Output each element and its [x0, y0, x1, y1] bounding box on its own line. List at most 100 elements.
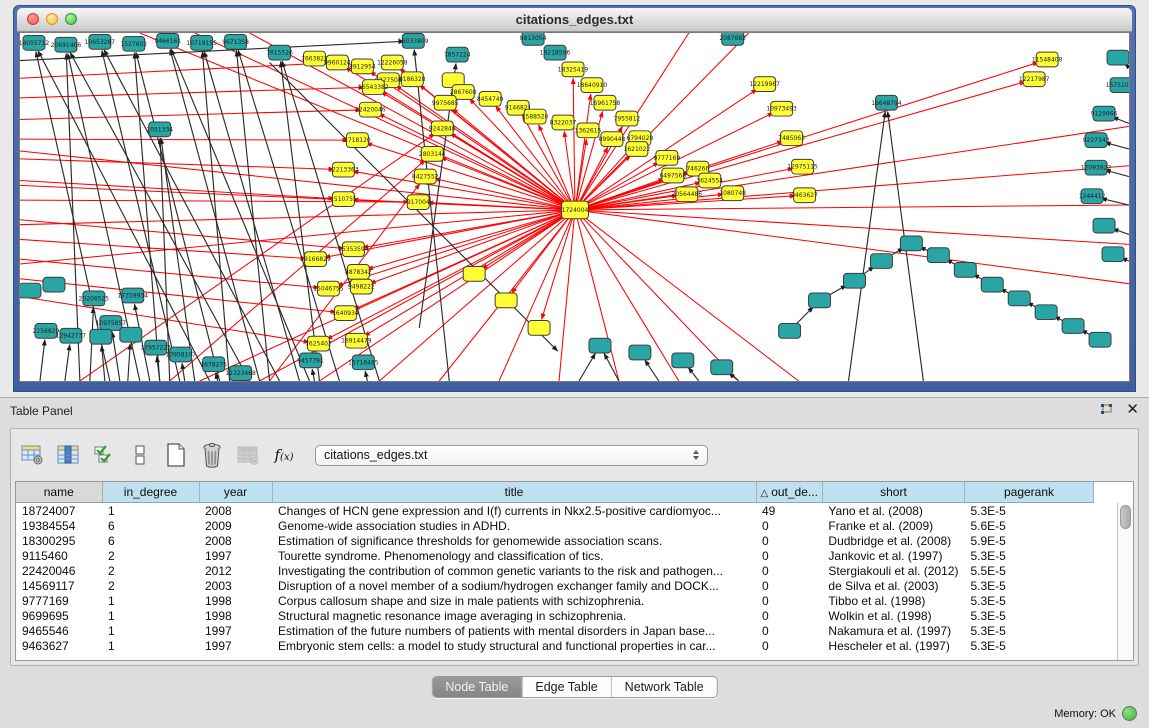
table-cell[interactable]: Dudbridge et al. (2008) — [822, 533, 964, 548]
table-cell[interactable]: 5.5E-5 — [965, 563, 1094, 578]
column-header-name[interactable]: name — [16, 482, 102, 503]
table-cell[interactable]: 5.9E-5 — [965, 533, 1094, 548]
delete-table-icon[interactable] — [199, 442, 225, 468]
table-row[interactable]: 2242004622012Investigating the contribut… — [16, 563, 1094, 578]
table-cell[interactable]: 19384554 — [16, 518, 102, 533]
network-node[interactable] — [20, 283, 41, 298]
network-node[interactable]: 1640934 — [332, 306, 359, 321]
network-edge[interactable] — [579, 353, 595, 381]
network-node[interactable] — [90, 329, 112, 344]
network-node[interactable]: 22420046 — [355, 102, 386, 117]
network-node[interactable]: 12323468 — [225, 366, 256, 381]
table-row[interactable]: 969969511998Structural magnetic resonanc… — [16, 608, 1094, 623]
network-node[interactable]: 8427552 — [412, 169, 439, 184]
network-edge[interactable] — [434, 178, 575, 209]
selection-mode-icon[interactable] — [91, 442, 117, 468]
table-cell[interactable]: 14569117 — [16, 578, 102, 593]
network-edge[interactable] — [645, 360, 659, 381]
table-cell[interactable]: Nakamura et al. (1997) — [822, 623, 964, 638]
table-cell[interactable]: Stergiakouli et al. (2012) — [822, 563, 964, 578]
network-node[interactable]: 11548408 — [1032, 52, 1063, 67]
network-node[interactable]: 1080748 — [719, 186, 746, 201]
network-edge[interactable] — [849, 112, 886, 381]
network-node[interactable] — [1035, 305, 1057, 320]
table-cell[interactable]: Hescheler et al. (1997) — [822, 638, 964, 653]
network-node[interactable]: 9498222 — [348, 279, 375, 294]
network-node[interactable]: 16543382 — [358, 80, 389, 95]
network-edge[interactable] — [688, 367, 699, 381]
network-node[interactable]: 10719155 — [186, 35, 217, 50]
network-node[interactable] — [1102, 247, 1124, 262]
table-cell[interactable]: 5.3E-5 — [965, 608, 1094, 623]
network-node[interactable]: 1362615 — [575, 123, 602, 138]
table-cell[interactable]: 2 — [102, 548, 199, 563]
network-node[interactable]: 1621022 — [624, 142, 651, 157]
network-node[interactable]: 2718120 — [344, 133, 371, 148]
network-node[interactable]: 19166829 — [300, 252, 331, 267]
network-edge[interactable] — [182, 363, 185, 381]
network-node[interactable]: 7485063 — [778, 131, 805, 146]
network-node[interactable]: 12226058 — [377, 55, 408, 70]
network-edge[interactable] — [40, 340, 45, 381]
network-node[interactable] — [1008, 291, 1030, 306]
network-edge[interactable] — [367, 210, 575, 269]
table-cell[interactable]: 9777169 — [16, 593, 102, 608]
network-edge[interactable] — [270, 184, 420, 381]
table-select-dropdown[interactable]: citations_edges.txt — [315, 445, 708, 466]
network-edge[interactable] — [128, 344, 130, 381]
network-edge[interactable] — [575, 126, 1129, 210]
network-node[interactable]: 8990448 — [599, 132, 626, 147]
table-cell[interactable]: Tourette syndrome. Phenomenology and cla… — [272, 548, 756, 563]
network-edge[interactable] — [112, 332, 120, 381]
network-node[interactable]: 16033809 — [398, 33, 429, 48]
network-node[interactable]: 7615526 — [266, 45, 293, 60]
network-node[interactable]: 20206525 — [79, 291, 110, 306]
table-cell[interactable]: 1997 — [199, 638, 272, 653]
memory-status-indicator[interactable] — [1122, 706, 1137, 721]
table-cell[interactable]: 6 — [102, 533, 199, 548]
table-cell[interactable]: 9115460 — [16, 548, 102, 563]
table-cell[interactable]: 1 — [102, 638, 199, 653]
network-node[interactable]: 12975115 — [787, 159, 818, 174]
network-edge[interactable] — [575, 205, 1129, 210]
network-node[interactable] — [870, 254, 892, 269]
network-node[interactable]: 1588520 — [522, 109, 549, 124]
network-node[interactable]: 9960124 — [324, 55, 351, 70]
close-panel-icon[interactable]: ✕ — [1126, 403, 1139, 417]
table-row[interactable]: 1456911722003Disruption of a novel membe… — [16, 578, 1094, 593]
table-cell[interactable]: 2009 — [199, 518, 272, 533]
table-cell[interactable]: 0 — [756, 563, 822, 578]
table-cell[interactable]: Franke et al. (2009) — [822, 518, 964, 533]
network-node[interactable] — [844, 273, 866, 288]
table-cell[interactable]: 0 — [756, 593, 822, 608]
table-cell[interactable]: 18724007 — [16, 503, 102, 519]
network-edge[interactable] — [575, 210, 679, 381]
table-cell[interactable]: 1 — [102, 608, 199, 623]
network-node[interactable]: 9242848 — [429, 121, 456, 136]
table-cell[interactable]: 5.3E-5 — [965, 578, 1094, 593]
table-row[interactable]: 1872400712008Changes of HCN gene express… — [16, 503, 1094, 519]
table-cell[interactable]: Wolkin et al. (1998) — [822, 608, 964, 623]
network-node[interactable]: 15353594 — [338, 242, 369, 257]
table-cell[interactable]: Investigating the contribution of common… — [272, 563, 756, 578]
network-node[interactable]: 9457791 — [297, 353, 324, 368]
table-settings-icon[interactable] — [19, 442, 45, 468]
network-node[interactable]: 15716485 — [348, 355, 379, 370]
table-cell[interactable]: 1 — [102, 623, 199, 638]
network-edge[interactable] — [65, 345, 70, 381]
float-panel-icon[interactable] — [1099, 403, 1114, 417]
function-builder-icon[interactable]: f(x) — [271, 442, 297, 468]
column-header-in-degree[interactable]: in_degree — [102, 482, 199, 503]
table-cell[interactable]: Jankovic et al. (1997) — [822, 548, 964, 563]
network-node[interactable]: 16648794 — [871, 95, 902, 110]
network-node[interactable] — [463, 266, 485, 281]
minimize-window-button[interactable] — [46, 13, 58, 25]
network-edge[interactable] — [20, 279, 336, 312]
table-cell[interactable]: 0 — [756, 638, 822, 653]
table-cell[interactable]: 5.3E-5 — [965, 548, 1094, 563]
network-edge[interactable] — [573, 78, 575, 210]
network-node[interactable]: 12219967 — [749, 77, 780, 92]
table-cell[interactable]: Estimation of significance thresholds fo… — [272, 533, 756, 548]
table-cell[interactable]: Estimation of the future numbers of pati… — [272, 623, 756, 638]
table-cell[interactable]: 0 — [756, 608, 822, 623]
